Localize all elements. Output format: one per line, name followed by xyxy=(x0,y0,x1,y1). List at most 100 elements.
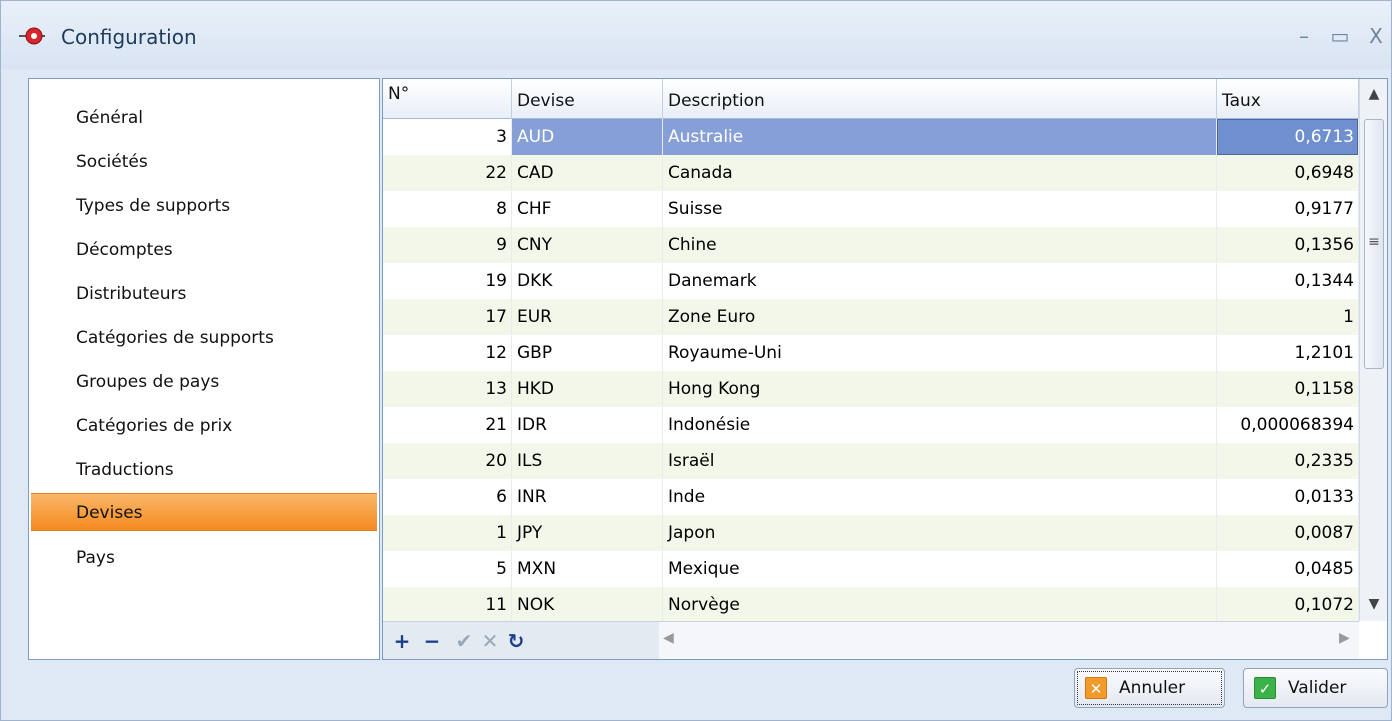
cell-num[interactable]: 17 xyxy=(383,299,512,335)
delete-record-icon[interactable]: − xyxy=(419,626,445,656)
cell-description[interactable]: Norvège xyxy=(663,587,1217,623)
cell-devise[interactable]: INR xyxy=(512,479,663,515)
cell-taux[interactable]: 0,6948 xyxy=(1217,155,1359,191)
sidebar-item-categories-supports[interactable]: Catégories de supports xyxy=(31,319,377,357)
cell-num[interactable]: 21 xyxy=(383,407,512,443)
cell-description[interactable]: Inde xyxy=(663,479,1217,515)
table-row[interactable]: 13 HKD Hong Kong 0,1158 xyxy=(383,371,1359,407)
vertical-scrollbar[interactable]: ▲ ≡ ▼ xyxy=(1359,79,1387,621)
table-row[interactable]: 1 JPY Japon 0,0087 xyxy=(383,515,1359,551)
cell-taux[interactable]: 0,1072 xyxy=(1217,587,1359,623)
scroll-thumb[interactable]: ≡ xyxy=(1364,119,1384,369)
post-record-icon[interactable]: ✔ xyxy=(451,626,477,656)
cell-devise[interactable]: GBP xyxy=(512,335,663,371)
cell-description[interactable]: Hong Kong xyxy=(663,371,1217,407)
cell-devise[interactable]: ILS xyxy=(512,443,663,479)
scroll-up-icon[interactable]: ▲ xyxy=(1360,79,1387,109)
add-record-icon[interactable]: + xyxy=(389,626,415,656)
cell-description[interactable]: Suisse xyxy=(663,191,1217,227)
minimize-button[interactable]: – xyxy=(1291,23,1317,49)
cell-devise[interactable]: DKK xyxy=(512,263,663,299)
cell-description[interactable]: Australie xyxy=(663,119,1217,155)
sidebar-item-traductions[interactable]: Traductions xyxy=(31,451,377,489)
cell-description[interactable]: Israël xyxy=(663,443,1217,479)
validate-button[interactable]: ✓ Valider xyxy=(1243,668,1388,708)
cell-num[interactable]: 20 xyxy=(383,443,512,479)
sidebar-item-types-supports[interactable]: Types de supports xyxy=(31,187,377,225)
sidebar-item-decomptes[interactable]: Décomptes xyxy=(31,231,377,269)
cancel-record-icon[interactable]: ✕ xyxy=(477,626,503,656)
table-row[interactable]: 5 MXN Mexique 0,0485 xyxy=(383,551,1359,587)
sidebar-item-groupes-pays[interactable]: Groupes de pays xyxy=(31,363,377,401)
table-row[interactable]: 19 DKK Danemark 0,1344 xyxy=(383,263,1359,299)
cell-devise[interactable]: MXN xyxy=(512,551,663,587)
column-header-description[interactable]: Description xyxy=(663,79,1217,119)
cell-taux[interactable]: 0,1158 xyxy=(1217,371,1359,407)
table-row[interactable]: 11 NOK Norvège 0,1072 xyxy=(383,587,1359,623)
cell-description[interactable]: Chine xyxy=(663,227,1217,263)
table-row[interactable]: 21 IDR Indonésie 0,000068394 xyxy=(383,407,1359,443)
cell-description[interactable]: Danemark xyxy=(663,263,1217,299)
cell-devise[interactable]: CNY xyxy=(512,227,663,263)
cell-taux[interactable]: 0,1356 xyxy=(1217,227,1359,263)
cancel-button[interactable]: ✕ Annuler xyxy=(1074,668,1225,708)
cell-num[interactable]: 11 xyxy=(383,587,512,623)
column-header-taux[interactable]: Taux xyxy=(1217,79,1359,119)
sidebar-item-devises[interactable]: Devises xyxy=(31,493,377,531)
table-row[interactable]: 17 EUR Zone Euro 1 xyxy=(383,299,1359,335)
cell-num[interactable]: 19 xyxy=(383,263,512,299)
table-row[interactable]: 8 CHF Suisse 0,9177 xyxy=(383,191,1359,227)
cell-num[interactable]: 5 xyxy=(383,551,512,587)
cell-num[interactable]: 13 xyxy=(383,371,512,407)
cell-taux[interactable]: 1,2101 xyxy=(1217,335,1359,371)
cell-description[interactable]: Mexique xyxy=(663,551,1217,587)
scroll-right-icon[interactable]: ▶ xyxy=(1339,630,1350,646)
cell-devise[interactable]: CHF xyxy=(512,191,663,227)
column-header-devise[interactable]: Devise xyxy=(512,79,663,119)
cell-description[interactable]: Indonésie xyxy=(663,407,1217,443)
cell-taux[interactable]: 0,6713 xyxy=(1217,119,1359,155)
horizontal-scrollbar[interactable]: ◀ ▶ xyxy=(659,621,1359,659)
cell-taux[interactable]: 0,9177 xyxy=(1217,191,1359,227)
cell-taux[interactable]: 1 xyxy=(1217,299,1359,335)
close-button[interactable]: X xyxy=(1363,23,1389,49)
cell-num[interactable]: 8 xyxy=(383,191,512,227)
cell-devise[interactable]: HKD xyxy=(512,371,663,407)
cell-devise[interactable]: IDR xyxy=(512,407,663,443)
cell-taux[interactable]: 0,2335 xyxy=(1217,443,1359,479)
cell-num[interactable]: 3 xyxy=(383,119,512,155)
scroll-left-icon[interactable]: ◀ xyxy=(663,630,674,646)
table-row[interactable]: 20 ILS Israël 0,2335 xyxy=(383,443,1359,479)
cell-description[interactable]: Canada xyxy=(663,155,1217,191)
sidebar-item-societes[interactable]: Sociétés xyxy=(31,143,377,181)
maximize-button[interactable]: ▭ xyxy=(1327,23,1353,49)
table-row[interactable]: 12 GBP Royaume-Uni 1,2101 xyxy=(383,335,1359,371)
scroll-down-icon[interactable]: ▼ xyxy=(1360,589,1387,619)
cell-num[interactable]: 1 xyxy=(383,515,512,551)
cell-taux[interactable]: 0,0133 xyxy=(1217,479,1359,515)
cell-devise[interactable]: AUD xyxy=(512,119,663,155)
cell-description[interactable]: Royaume-Uni xyxy=(663,335,1217,371)
refresh-icon[interactable]: ↻ xyxy=(503,626,529,656)
cell-num[interactable]: 6 xyxy=(383,479,512,515)
sidebar-item-general[interactable]: Général xyxy=(31,99,377,137)
cell-taux[interactable]: 0,1344 xyxy=(1217,263,1359,299)
cell-devise[interactable]: JPY xyxy=(512,515,663,551)
cell-taux[interactable]: 0,0087 xyxy=(1217,515,1359,551)
title-bar[interactable]: Configuration – ▭ X xyxy=(1,1,1391,69)
cell-description[interactable]: Japon xyxy=(663,515,1217,551)
cell-taux[interactable]: 0,0485 xyxy=(1217,551,1359,587)
table-row[interactable]: 22 CAD Canada 0,6948 xyxy=(383,155,1359,191)
cell-num[interactable]: 12 xyxy=(383,335,512,371)
cell-num[interactable]: 22 xyxy=(383,155,512,191)
cell-description[interactable]: Zone Euro xyxy=(663,299,1217,335)
table-row[interactable]: 3 AUD Australie 0,6713 xyxy=(383,119,1359,155)
column-header-num[interactable]: N° xyxy=(383,79,512,119)
cell-devise[interactable]: NOK xyxy=(512,587,663,623)
devises-grid[interactable]: N° Devise Description Taux 3 AUD Austral… xyxy=(382,78,1388,660)
cell-num[interactable]: 9 xyxy=(383,227,512,263)
sidebar-item-distributeurs[interactable]: Distributeurs xyxy=(31,275,377,313)
table-row[interactable]: 9 CNY Chine 0,1356 xyxy=(383,227,1359,263)
cell-devise[interactable]: EUR xyxy=(512,299,663,335)
sidebar-item-pays[interactable]: Pays xyxy=(31,539,377,577)
